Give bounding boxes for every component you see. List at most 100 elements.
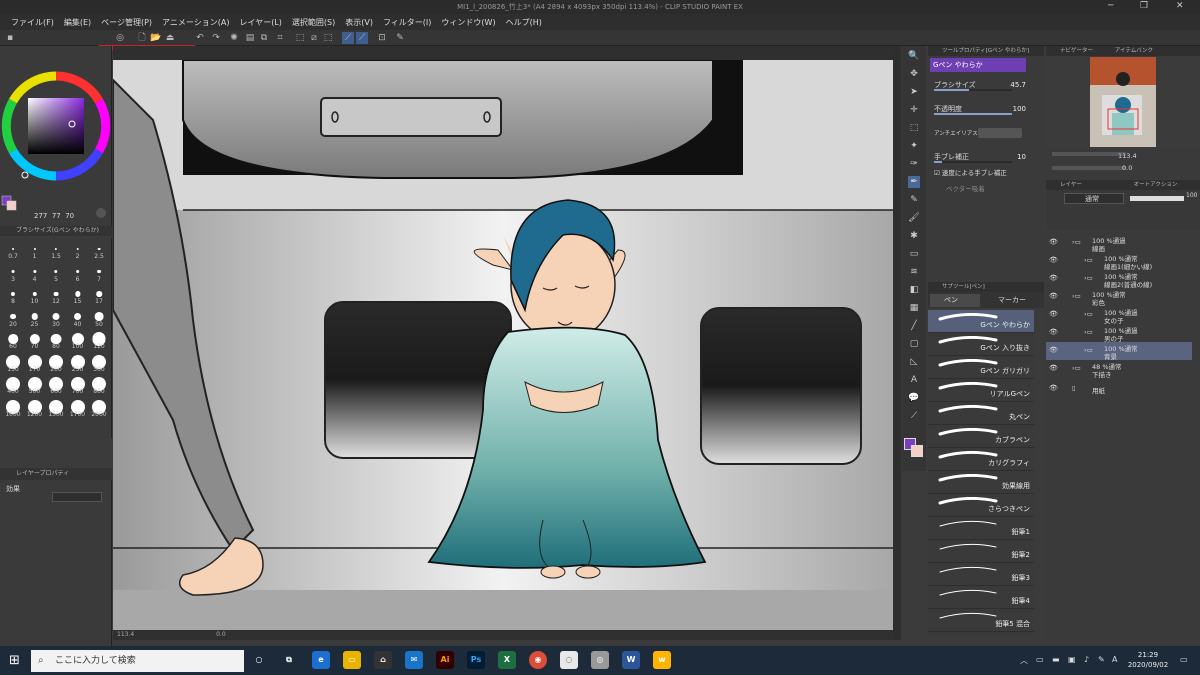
gradient-tool-icon[interactable]: ▦ — [908, 302, 920, 314]
redo-icon[interactable]: ↷ — [210, 32, 222, 44]
vector-snap-label[interactable]: ベクター吸着 — [934, 182, 1040, 196]
eye-icon[interactable]: 👁 — [1049, 292, 1058, 300]
navigator-angle[interactable]: 0.0 — [1122, 164, 1132, 172]
layer-row[interactable]: 👁 ›▭ 100 %通常 彩色 — [1046, 288, 1192, 307]
brush-size-preset[interactable]: 6 — [67, 261, 89, 283]
app-w-icon[interactable]: w — [653, 651, 671, 669]
effect-buttons[interactable] — [52, 492, 102, 502]
undo-icon[interactable]: ↶ — [194, 32, 206, 44]
fill-tool-icon[interactable]: ◧ — [908, 284, 920, 296]
brush-size-preset[interactable]: 700 — [67, 373, 89, 395]
menu-file[interactable]: ファイル(F) — [6, 17, 59, 28]
text-tool-icon[interactable]: A — [908, 374, 920, 386]
chrome-icon[interactable]: ◉ — [529, 651, 547, 669]
tool-property-header[interactable]: ツールプロパティ[Gペン やわらか] — [928, 46, 1044, 56]
subtool-item[interactable]: 丸ペン — [928, 402, 1034, 425]
canvas-zoom[interactable]: 113.4 — [117, 631, 134, 638]
brush-size-preset[interactable]: 200 — [45, 351, 67, 373]
brush-size-preset[interactable]: 400 — [2, 373, 24, 395]
network-icon[interactable]: ▣ — [1068, 655, 1076, 664]
clear-outside-icon[interactable]: ⧉ — [258, 32, 270, 44]
subtool-item[interactable]: Gペン ガリガリ — [928, 356, 1034, 379]
windows-start-icon[interactable]: ⊞ — [9, 653, 20, 668]
brush-size-row[interactable]: ブラシサイズ 45.7 — [934, 78, 1040, 92]
color-wheel[interactable] — [0, 46, 112, 226]
subtool-item[interactable]: 鉛筆1 — [928, 517, 1034, 540]
balloon-tool-icon[interactable]: 💬 — [908, 392, 920, 404]
brush-size-preset[interactable]: 0.7 — [2, 238, 24, 260]
brush-size-preset[interactable]: 70 — [24, 328, 46, 350]
new-file-icon[interactable]: 🗋 — [136, 32, 148, 44]
folder-icon[interactable]: ›▭ — [1072, 238, 1081, 246]
layer-row[interactable]: 👁 ›▭ 48 %通常 下描き — [1046, 360, 1192, 379]
subtool-item[interactable]: 鉛筆5 混合 — [928, 609, 1034, 632]
store-icon[interactable]: ⌂ — [374, 651, 392, 669]
brush-size-preset[interactable]: 600 — [45, 373, 67, 395]
layer-row[interactable]: 👁 ›▭ 100 %通常 背景 — [1046, 342, 1192, 361]
snap-ruler-icon[interactable]: ⟋ — [342, 32, 354, 44]
correct-line-icon[interactable]: ⟋ — [908, 410, 920, 422]
menu-view[interactable]: 表示(V) — [340, 17, 378, 28]
brush-size-preset[interactable]: 15 — [67, 283, 89, 305]
photoshop-icon[interactable]: Ps — [467, 651, 485, 669]
subtool-item[interactable]: 鉛筆4 — [928, 586, 1034, 609]
item-bank-tab[interactable]: アイテムバンク — [1115, 48, 1153, 54]
eye-icon[interactable]: 👁 — [1049, 310, 1058, 318]
brush-size-preset[interactable]: 12 — [45, 283, 67, 305]
eye-icon[interactable]: 👁 — [1049, 364, 1058, 372]
fill-selection-icon[interactable]: ▤ — [244, 32, 256, 44]
frame-tool-icon[interactable]: ▢ — [908, 338, 920, 350]
excel-icon[interactable]: X — [498, 651, 516, 669]
menu-animation[interactable]: アニメーション(A) — [157, 17, 234, 28]
clock[interactable]: 21:29 2020/09/02 — [1126, 650, 1170, 670]
subtool-item[interactable]: Gペン やわらか — [928, 310, 1034, 333]
opacity-row[interactable]: 不透明度 100 — [934, 102, 1040, 116]
move-tool-icon[interactable]: ✥ — [908, 68, 920, 80]
airbrush-icon[interactable]: ✱ — [908, 230, 920, 242]
cortana-icon[interactable]: ○ — [250, 651, 268, 669]
subtool-header[interactable]: サブツール[ペン] — [928, 282, 1044, 292]
snap-grid-icon[interactable]: ⊡ — [376, 32, 388, 44]
word-icon[interactable]: W — [622, 651, 640, 669]
pen-icon[interactable]: ✎ — [1098, 655, 1105, 664]
brush-size-value[interactable]: 45.7 — [1010, 78, 1026, 92]
brush-size-preset[interactable]: 50 — [88, 306, 110, 328]
folder-icon[interactable]: ›▭ — [1084, 346, 1093, 354]
eyedropper-icon[interactable]: ✑ — [908, 158, 920, 170]
brush-size-preset[interactable]: 25 — [24, 306, 46, 328]
clear-icon[interactable]: ✺ — [228, 32, 240, 44]
brush-size-preset[interactable]: 120 — [88, 328, 110, 350]
stabilization-row[interactable]: 手ブレ補正 10 — [934, 150, 1040, 164]
layer-property-header[interactable]: レイヤープロパティ — [0, 468, 112, 480]
ruler-tool-icon[interactable]: ◺ — [908, 356, 920, 368]
brush-size-preset[interactable]: 300 — [88, 351, 110, 373]
clip-studio-paint-icon[interactable]: ◎ — [591, 651, 609, 669]
deselect-icon[interactable]: ⬚ — [294, 32, 306, 44]
navigator-zoom[interactable]: 113.4 — [1118, 152, 1137, 160]
ime-indicator[interactable]: A — [1112, 655, 1117, 664]
minimize-icon[interactable]: ─ — [1108, 1, 1113, 11]
subtool-item[interactable]: さらつきペン — [928, 494, 1034, 517]
tab-pen[interactable]: ペン — [930, 294, 980, 307]
illustrator-icon[interactable]: Ai — [436, 651, 454, 669]
notification-icon[interactable]: ▭ — [1180, 655, 1188, 664]
brush-size-preset[interactable]: 500 — [24, 373, 46, 395]
brush-tool-icon[interactable]: 🖌 — [908, 212, 920, 224]
folder-icon[interactable]: ›▭ — [1084, 274, 1093, 282]
speed-stabilization-row[interactable]: ☑ 速度による手ブレ補正 — [934, 166, 1040, 180]
opacity-value[interactable]: 100 — [1013, 102, 1026, 116]
brush-size-preset[interactable]: 10 — [24, 283, 46, 305]
brush-size-preset[interactable]: 1000 — [2, 396, 24, 418]
eraser-icon[interactable]: ▭ — [908, 248, 920, 260]
figure-tool-icon[interactable]: ╱ — [908, 320, 920, 332]
layer-row[interactable]: 👁 ▯ 用紙 — [1046, 378, 1192, 400]
layer-opacity-slider[interactable] — [1130, 196, 1184, 201]
task-view-icon[interactable]: ⧉ — [280, 651, 298, 669]
brush-size-preset[interactable]: 5 — [45, 261, 67, 283]
subtool-item[interactable]: 鉛筆2 — [928, 540, 1034, 563]
brush-size-preset[interactable]: 100 — [67, 328, 89, 350]
blend-tool-icon[interactable]: ≋ — [908, 266, 920, 278]
transform-icon[interactable]: ⌗ — [274, 32, 286, 44]
subtool-item[interactable]: 効果線用 — [928, 471, 1034, 494]
battery-icon[interactable]: ▬ — [1052, 655, 1060, 664]
